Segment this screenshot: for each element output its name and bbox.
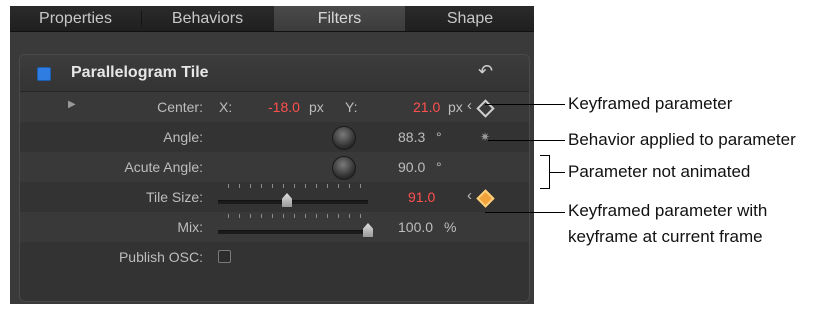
callout-keyframe-current-line1: Keyframed parameter with — [568, 201, 768, 220]
mix-unit: % — [444, 219, 457, 235]
tab-bar: Properties Behaviors Filters Shape — [10, 6, 534, 32]
param-row-publish-osc: Publish OSC: — [20, 242, 529, 272]
center-x-value[interactable]: -18.0 — [268, 99, 300, 115]
tab-shape[interactable]: Shape — [406, 6, 534, 31]
param-row-center: ▶ Center: X: -18.0 px Y: 21.0 px ‹ — [20, 92, 529, 122]
callout-keyframed: Keyframed parameter — [568, 94, 733, 113]
mix-slider-thumb[interactable] — [363, 223, 373, 237]
reset-arrow-icon[interactable]: ↶ — [478, 61, 493, 82]
tab-properties[interactable]: Properties — [10, 6, 141, 31]
tile-size-slider-thumb[interactable] — [282, 193, 292, 207]
center-label: Center: — [157, 99, 203, 115]
mix-value[interactable]: 100.0 — [398, 219, 433, 235]
callout-keyframe-current-line2: keyframe at current frame — [568, 227, 763, 246]
acute-angle-label: Acute Angle: — [124, 159, 203, 175]
center-x-label: X: — [219, 99, 233, 115]
center-y-value[interactable]: 21.0 — [413, 99, 440, 115]
param-row-mix: Mix: 100.0 % — [20, 212, 529, 242]
tab-filters[interactable]: Filters — [274, 6, 405, 31]
publish-osc-label: Publish OSC: — [118, 249, 203, 265]
center-x-unit: px — [309, 99, 324, 115]
disclosure-triangle-icon[interactable]: ▶ — [68, 99, 76, 110]
filter-enable-checkbox[interactable] — [37, 67, 51, 81]
callout-line-not-animated — [549, 172, 565, 173]
mix-label: Mix: — [177, 219, 203, 235]
gear-icon: ✷ — [480, 130, 491, 144]
callout-not-animated: Parameter not animated — [568, 162, 751, 181]
filter-parameters-group: Parallelogram Tile ↶ ▶ Center: X: -18.0 … — [19, 54, 530, 302]
callout-line-keyframed — [485, 104, 565, 105]
filter-title: Parallelogram Tile — [71, 64, 209, 81]
param-row-angle: Angle: 88.3 ° ✷ — [20, 122, 529, 152]
angle-label: Angle: — [163, 129, 203, 145]
current-keyframe-diamond-icon[interactable] — [476, 189, 495, 208]
slider-ticks — [228, 184, 368, 188]
acute-angle-value[interactable]: 90.0 — [398, 159, 425, 175]
callout-behavior: Behavior applied to parameter — [568, 130, 796, 149]
tile-size-label: Tile Size: — [145, 189, 203, 205]
callout-line-keyframe-current — [485, 212, 565, 213]
param-row-acute-angle: Acute Angle: 90.0 ° — [20, 152, 529, 182]
param-row-tile-size: Tile Size: 91.0 ‹ — [20, 182, 529, 212]
acute-angle-dial[interactable] — [332, 156, 356, 180]
angle-value[interactable]: 88.3 — [398, 129, 425, 145]
inspector-panel: Properties Behaviors Filters Shape Paral… — [10, 6, 534, 304]
tile-size-value[interactable]: 91.0 — [408, 189, 435, 205]
slider-ticks — [228, 214, 368, 218]
previous-keyframe-icon[interactable]: ‹ — [467, 97, 472, 114]
filter-header: Parallelogram Tile ↶ — [20, 55, 529, 92]
publish-osc-checkbox[interactable] — [218, 250, 231, 263]
center-y-unit: px — [448, 99, 463, 115]
tab-behaviors[interactable]: Behaviors — [142, 6, 273, 31]
previous-keyframe-icon[interactable]: ‹ — [467, 187, 472, 204]
angle-unit: ° — [436, 129, 442, 145]
acute-angle-unit: ° — [436, 159, 442, 175]
angle-dial[interactable] — [332, 126, 356, 150]
tile-size-slider-track[interactable] — [218, 200, 368, 204]
callout-line-behavior — [488, 140, 565, 141]
keyframe-diamond-icon[interactable] — [476, 99, 495, 118]
mix-slider-track[interactable] — [218, 230, 368, 234]
center-y-label: Y: — [345, 99, 358, 115]
